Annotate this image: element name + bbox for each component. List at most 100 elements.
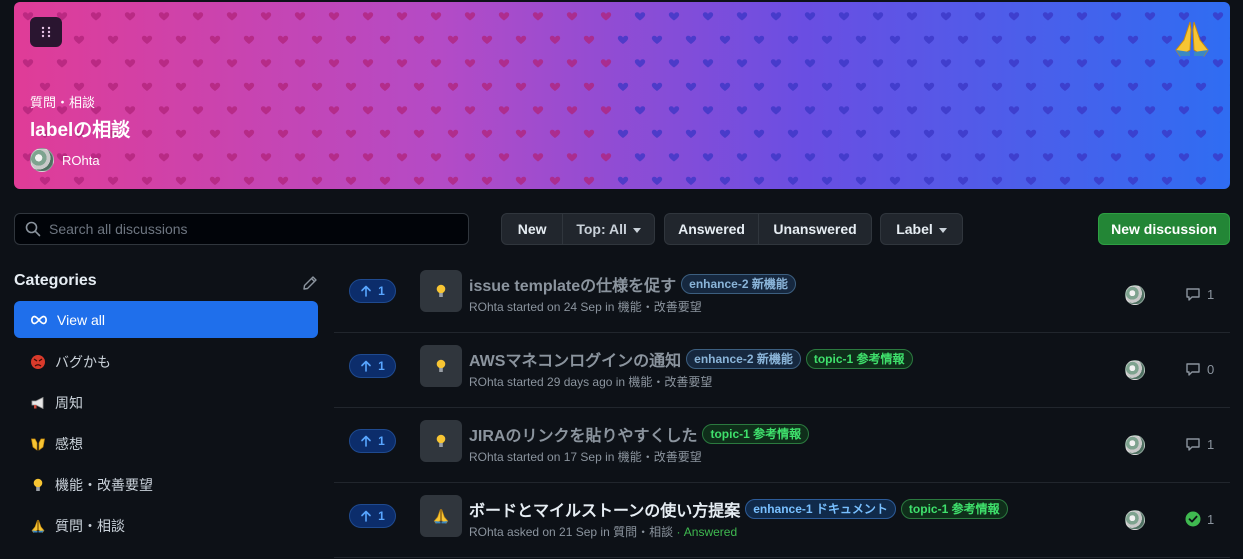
discussion-title-link[interactable]: ボードとマイルストーンの使い方提案 xyxy=(469,497,740,521)
top-sort-button[interactable]: Top: All xyxy=(563,214,654,244)
heart-shape xyxy=(889,82,901,91)
heart-shape xyxy=(141,129,153,138)
sidebar-item-feature-request[interactable]: 機能・改善要望 xyxy=(14,464,318,505)
heart-shape xyxy=(141,176,153,185)
heart-shape xyxy=(447,176,459,185)
label-filter-button[interactable]: Label xyxy=(881,214,962,244)
heart-shape xyxy=(328,106,340,115)
heart-shape xyxy=(651,35,663,44)
heart-shape xyxy=(209,35,221,44)
sidebar-item-bug[interactable]: バグかも xyxy=(14,341,318,382)
sidebar-item-feedback[interactable]: 感想 xyxy=(14,423,318,464)
heart-shape xyxy=(974,12,986,21)
heart-shape xyxy=(311,129,323,138)
label-badge[interactable]: enhance-1 ドキュメント xyxy=(745,499,896,519)
heart-shape xyxy=(1195,176,1207,185)
sidebar-item-q-and-a[interactable]: 質問・相談 xyxy=(14,505,318,546)
discussion-row[interactable]: 1 ボードとマイルストーンの使い方提案 enhance-1 ドキュメント top… xyxy=(334,483,1230,558)
pencil-icon[interactable] xyxy=(302,275,318,291)
heart-shape xyxy=(770,106,782,115)
heart-shape xyxy=(413,129,425,138)
heart-shape xyxy=(498,106,510,115)
heart-shape xyxy=(923,35,935,44)
heart-shape xyxy=(1127,129,1139,138)
label-badge[interactable]: enhance-2 新機能 xyxy=(681,274,796,294)
discussion-row[interactable]: 1 JIRAのリンクを貼りやすくした topic-1 参考情報 ROhta st… xyxy=(334,408,1230,483)
heart-shape xyxy=(1212,153,1224,162)
lightbulb-icon xyxy=(436,359,446,372)
heart-shape xyxy=(379,82,391,91)
heart-shape xyxy=(311,82,323,91)
new-sort-button[interactable]: New xyxy=(502,214,564,244)
upvote-button[interactable]: 1 xyxy=(349,504,396,528)
new-sort-label: New xyxy=(517,221,547,237)
label-badge[interactable]: topic-1 参考情報 xyxy=(702,424,810,444)
label-badge[interactable]: enhance-2 新機能 xyxy=(686,349,801,369)
heart-shape xyxy=(158,12,170,21)
heart-shape xyxy=(549,82,561,91)
sidebar-item-view-all[interactable]: View all xyxy=(14,301,318,338)
heart-shape xyxy=(90,12,102,21)
heart-shape xyxy=(124,106,136,115)
heart-shape xyxy=(753,82,765,91)
heart-shape xyxy=(379,129,391,138)
label-filter: Label xyxy=(880,213,963,245)
label-badge[interactable]: topic-1 参考情報 xyxy=(805,349,913,369)
discussion-title-link[interactable]: JIRAのリンクを貼りやすくした xyxy=(469,422,697,446)
search-box[interactable] xyxy=(14,213,469,245)
meta-text: ROhta started on 17 Sep in 機能・改善要望 xyxy=(469,450,702,464)
heart-shape xyxy=(685,35,697,44)
banner-category-link[interactable]: 質問・相談 xyxy=(30,92,95,111)
upvote-button[interactable]: 1 xyxy=(349,429,396,453)
heart-shape xyxy=(685,176,697,185)
heart-shape xyxy=(957,129,969,138)
category-banner: 質問・相談 labelの相談 ROhta xyxy=(14,2,1230,189)
heart-shape xyxy=(719,176,731,185)
heart-shape xyxy=(1025,129,1037,138)
new-discussion-button[interactable]: New discussion xyxy=(1098,213,1230,245)
heart-shape xyxy=(396,59,408,68)
heart-shape xyxy=(328,59,340,68)
discussion-title-link[interactable]: issue templateの仕様を促す xyxy=(469,272,676,296)
heart-shape xyxy=(702,106,714,115)
label-badge[interactable]: topic-1 参考情報 xyxy=(900,499,1008,519)
heart-shape xyxy=(396,106,408,115)
heart-shape xyxy=(991,176,1003,185)
answered-filter-button[interactable]: Answered xyxy=(665,214,760,244)
top-sort-label: Top: All xyxy=(576,221,627,237)
heart-shape xyxy=(668,106,680,115)
upvote-button[interactable]: 1 xyxy=(349,279,396,303)
sidebar-item-label: 感想 xyxy=(55,435,83,452)
heart-shape xyxy=(1144,106,1156,115)
comment-count-value: 1 xyxy=(1207,511,1215,527)
banner-author[interactable]: ROhta xyxy=(30,148,100,172)
heart-shape xyxy=(464,12,476,21)
discussion-row[interactable]: 1 issue templateの仕様を促す enhance-2 新機能 ROh… xyxy=(334,258,1230,333)
heart-shape xyxy=(260,106,272,115)
heart-shape xyxy=(243,176,255,185)
heart-shape xyxy=(39,82,51,91)
avatar[interactable] xyxy=(1125,285,1145,305)
heart-shape xyxy=(974,153,986,162)
sidebar-item-announcement[interactable]: 周知 xyxy=(14,382,318,423)
heart-shape xyxy=(770,59,782,68)
avatar[interactable] xyxy=(1125,360,1145,380)
category-emoji xyxy=(420,420,462,462)
heart-shape xyxy=(498,153,510,162)
search-input[interactable] xyxy=(49,221,449,237)
discussion-title-link[interactable]: AWSマネコンログインの通知 xyxy=(469,347,681,371)
discussion-row[interactable]: 1 AWSマネコンログインの通知 enhance-2 新機能 topic-1 参… xyxy=(334,333,1230,408)
unanswered-filter-button[interactable]: Unanswered xyxy=(759,214,871,244)
heart-shape xyxy=(1127,35,1139,44)
heart-shape xyxy=(175,176,187,185)
author-name[interactable]: ROhta xyxy=(62,153,100,168)
avatar[interactable] xyxy=(30,148,54,172)
heart-shape xyxy=(311,176,323,185)
comment-count-value: 1 xyxy=(1207,286,1215,302)
banner-menu-button[interactable] xyxy=(30,17,62,47)
heart-shape xyxy=(923,129,935,138)
avatar[interactable] xyxy=(1125,510,1145,530)
upvote-button[interactable]: 1 xyxy=(349,354,396,378)
heart-shape xyxy=(277,35,289,44)
avatar[interactable] xyxy=(1125,435,1145,455)
